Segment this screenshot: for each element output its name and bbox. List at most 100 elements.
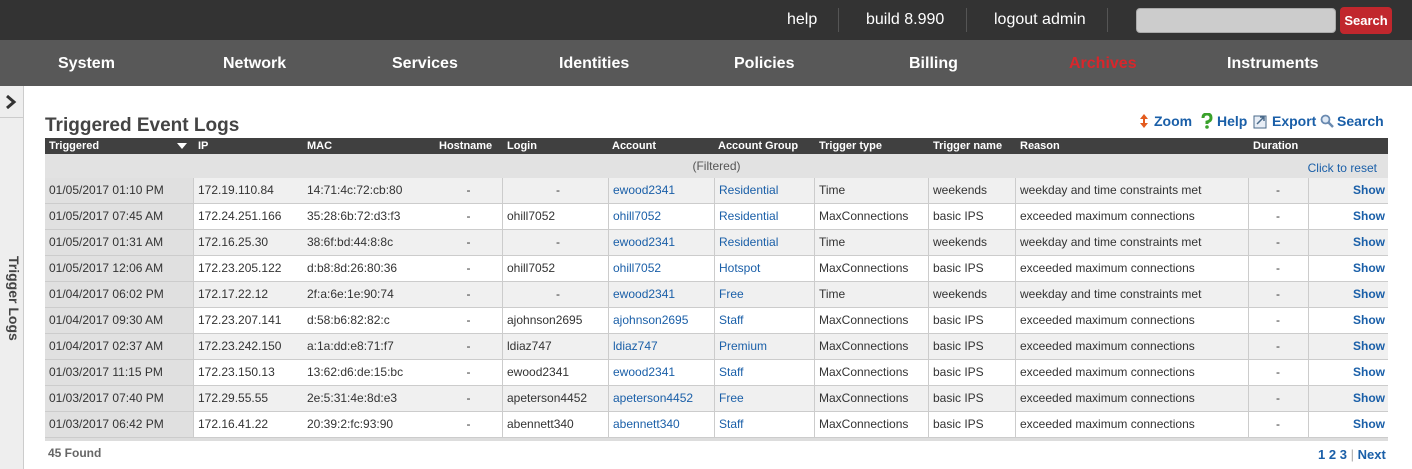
- col-trigger-type[interactable]: Trigger type: [819, 138, 882, 154]
- help-link[interactable]: help: [787, 0, 817, 40]
- nav-system[interactable]: System: [58, 40, 115, 86]
- nav-archives[interactable]: Archives: [1069, 40, 1137, 86]
- cell-triggered: 01/04/2017 09:30 AM: [49, 313, 164, 327]
- zoom-tool[interactable]: Zoom: [1137, 113, 1192, 129]
- column-divider: [1015, 256, 1016, 281]
- cell-account[interactable]: ohill7052: [613, 204, 661, 229]
- cell-mac: a:1a:dd:e8:71:f7: [307, 339, 394, 353]
- column-divider: [1015, 204, 1016, 229]
- col-mac[interactable]: MAC: [307, 138, 332, 154]
- reset-filter-link[interactable]: Click to reset: [1308, 161, 1377, 175]
- column-divider: [608, 360, 609, 385]
- expand-sidebar-button[interactable]: [0, 86, 24, 118]
- show-button[interactable]: Show: [1313, 308, 1385, 333]
- cell-account[interactable]: ajohnson2695: [613, 308, 688, 333]
- side-tab-label[interactable]: Trigger Logs: [2, 256, 22, 341]
- column-divider: [193, 282, 194, 307]
- top-search-input[interactable]: [1136, 8, 1336, 33]
- col-trigger-name[interactable]: Trigger name: [933, 138, 1002, 154]
- nav-billing[interactable]: Billing: [909, 40, 958, 86]
- page-link[interactable]: 1: [1318, 447, 1325, 462]
- cell-login: ohill7052: [507, 209, 556, 223]
- cell-trigger-name: basic IPS: [933, 261, 984, 275]
- pager-divider: |: [1350, 447, 1354, 462]
- export-tool[interactable]: Export: [1253, 113, 1316, 129]
- cell-ip: 172.24.251.166: [198, 209, 282, 223]
- col-triggered[interactable]: Triggered: [49, 138, 99, 154]
- table-row: 01/04/2017 09:30 AM 172.23.207.141 d:58:b6…: [45, 308, 1388, 334]
- cell-account[interactable]: ewood2341: [613, 230, 675, 255]
- col-login[interactable]: Login: [507, 138, 537, 154]
- cell-account-group[interactable]: Residential: [719, 204, 778, 229]
- show-button[interactable]: Show: [1313, 360, 1385, 385]
- show-button[interactable]: Show: [1313, 230, 1385, 255]
- show-button[interactable]: Show: [1313, 178, 1385, 203]
- cell-hostname: -: [466, 339, 471, 353]
- show-button[interactable]: Show: [1313, 386, 1385, 411]
- cell-trigger-type: MaxConnections: [819, 339, 909, 353]
- column-divider: [1308, 230, 1309, 255]
- nav-network[interactable]: Network: [223, 40, 286, 86]
- cell-reason: exceeded maximum connections: [1020, 365, 1195, 379]
- cell-triggered: 01/04/2017 02:37 AM: [49, 339, 164, 353]
- cell-account[interactable]: ewood2341: [613, 178, 675, 203]
- col-account[interactable]: Account: [612, 138, 656, 154]
- table-row: 01/05/2017 01:31 AM 172.16.25.30 38:6f:bd:…: [45, 230, 1388, 256]
- cell-account-group[interactable]: Premium: [719, 334, 767, 359]
- cell-account-group[interactable]: Hotspot: [719, 256, 760, 281]
- cell-account-group[interactable]: Free: [719, 282, 744, 307]
- top-search-button[interactable]: Search: [1340, 7, 1392, 34]
- cell-account-group[interactable]: Staff: [719, 360, 743, 385]
- col-ip[interactable]: IP: [198, 138, 208, 154]
- sort-desc-icon[interactable]: [177, 143, 187, 149]
- show-button[interactable]: Show: [1313, 334, 1385, 359]
- column-divider: [193, 178, 194, 203]
- column-divider: [714, 178, 715, 203]
- filter-row: (Filtered) Click to reset: [45, 154, 1388, 178]
- nav-identities[interactable]: Identities: [559, 40, 629, 86]
- help-tool[interactable]: Help: [1200, 113, 1247, 129]
- cell-login: ohill7052: [507, 261, 556, 275]
- nav-instruments[interactable]: Instruments: [1227, 40, 1319, 86]
- show-button[interactable]: Show: [1313, 282, 1385, 307]
- cell-duration: -: [1276, 313, 1280, 327]
- column-divider: [714, 334, 715, 359]
- page-link[interactable]: 2: [1329, 447, 1336, 462]
- cell-account-group[interactable]: Residential: [719, 178, 778, 203]
- cell-mac: d:b8:8d:26:80:36: [307, 261, 398, 275]
- next-page-link[interactable]: Next: [1358, 447, 1386, 462]
- col-hostname[interactable]: Hostname: [439, 138, 492, 154]
- cell-account-group[interactable]: Staff: [719, 412, 743, 437]
- cell-account-group[interactable]: Residential: [719, 230, 778, 255]
- cell-account[interactable]: ewood2341: [613, 282, 675, 307]
- logout-link[interactable]: logout admin: [994, 0, 1086, 40]
- search-tool[interactable]: Search: [1320, 113, 1384, 129]
- cell-mac: 2e:5:31:4e:8d:e3: [307, 391, 398, 405]
- column-divider: [814, 282, 815, 307]
- column-divider: [814, 204, 815, 229]
- cell-account[interactable]: ldiaz747: [613, 334, 658, 359]
- cell-reason: exceeded maximum connections: [1020, 209, 1195, 223]
- cell-account[interactable]: ewood2341: [613, 360, 675, 385]
- nav-policies[interactable]: Policies: [734, 40, 794, 86]
- column-divider: [1308, 360, 1309, 385]
- cell-ip: 172.19.110.84: [198, 183, 274, 197]
- cell-account-group[interactable]: Free: [719, 386, 744, 411]
- col-account-group[interactable]: Account Group: [718, 138, 798, 154]
- show-button[interactable]: Show: [1313, 412, 1385, 437]
- nav-services[interactable]: Services: [392, 40, 458, 86]
- page-link[interactable]: 3: [1340, 447, 1347, 462]
- show-button[interactable]: Show: [1313, 256, 1385, 281]
- cell-hostname: -: [466, 209, 471, 223]
- cell-account[interactable]: apeterson4452: [613, 386, 693, 411]
- show-button[interactable]: Show: [1313, 204, 1385, 229]
- cell-reason: weekday and time constraints met: [1020, 183, 1202, 197]
- cell-account[interactable]: ohill7052: [613, 256, 661, 281]
- table-row: 01/03/2017 07:40 PM 172.29.55.55 2e:5:31:4…: [45, 386, 1388, 412]
- col-duration[interactable]: Duration: [1253, 138, 1298, 154]
- col-reason[interactable]: Reason: [1020, 138, 1060, 154]
- cell-hostname: -: [466, 235, 471, 249]
- column-divider: [814, 386, 815, 411]
- cell-account[interactable]: abennett340: [613, 412, 680, 437]
- cell-account-group[interactable]: Staff: [719, 308, 743, 333]
